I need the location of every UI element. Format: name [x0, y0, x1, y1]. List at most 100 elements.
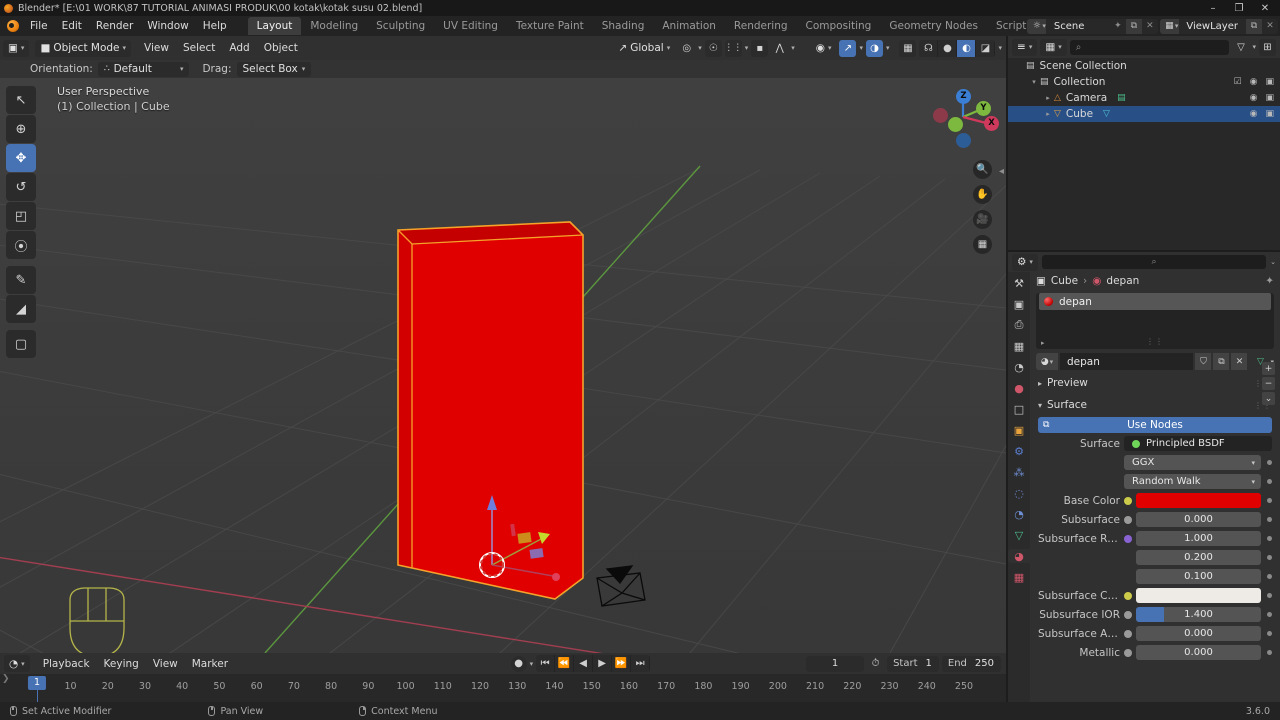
animate-property-dot[interactable] [1267, 498, 1272, 503]
value-field[interactable]: 0.000 [1136, 626, 1261, 641]
new-scene-button[interactable]: ⧉ [1125, 18, 1142, 34]
breadcrumb-object[interactable]: Cube [1051, 275, 1078, 287]
material-slot-button-0[interactable]: + [1262, 362, 1275, 375]
disclosure-triangle-icon[interactable]: ▸ [1042, 110, 1054, 118]
shading-rendered-button[interactable]: ◪ [976, 39, 996, 57]
transport-button-5[interactable]: ⏭ [631, 655, 651, 672]
property-socket-icon[interactable] [1124, 610, 1132, 619]
properties-tab-world[interactable]: ● [1011, 381, 1027, 395]
fake-user-button[interactable]: ⛉ [1195, 353, 1212, 370]
viewport-menu-add[interactable]: Add [222, 38, 256, 58]
properties-search-input[interactable]: ⌕ [1041, 255, 1267, 269]
viewport-menu-view[interactable]: View [137, 38, 176, 58]
property-socket-icon[interactable] [1124, 629, 1132, 638]
animate-property-dot[interactable] [1267, 460, 1272, 465]
outliner-row-camera[interactable]: ▸ △ Camera ▤ ◉ ▣ [1008, 90, 1280, 106]
breadcrumb-material[interactable]: depan [1106, 275, 1139, 287]
material-slot-item[interactable]: depan [1039, 293, 1271, 310]
material-slot-button-2[interactable]: ⌄ [1262, 392, 1275, 405]
overlays-toggle-icon[interactable]: ◑ [865, 39, 883, 57]
scene-datablock[interactable]: ☼ ▾ Scene ✦ ⧉ ✕ [1027, 18, 1158, 34]
material-name-field[interactable]: depan [1060, 353, 1194, 370]
hide-in-viewport-icon[interactable]: ◉ [1250, 77, 1258, 87]
menu-item-render[interactable]: Render [89, 16, 140, 36]
grid-icon[interactable]: ▦ [973, 235, 992, 254]
shading-wireframe-button[interactable]: ☊ [919, 39, 939, 57]
orientation-field[interactable]: ∴ Default ▾ [97, 61, 190, 77]
tool-tweak[interactable]: ↖ [6, 86, 36, 114]
properties-options-chevron[interactable]: ⌄ [1270, 258, 1276, 266]
viewlayer-datablock[interactable]: ▦ ▾ ViewLayer ⧉ ✕ [1159, 18, 1278, 34]
outliner-data-icon[interactable]: ▽ [1103, 109, 1110, 119]
viewport-3d[interactable]: User Perspective (1) Collection | Cube ↖… [0, 78, 1006, 653]
surface-panel-header[interactable]: ▾ Surface ⋮⋮ [1030, 396, 1280, 414]
properties-tab-particles[interactable]: ⁂ [1011, 465, 1027, 479]
menu-item-file[interactable]: File [23, 16, 55, 36]
tool-cursor[interactable]: ⊕ [6, 115, 36, 143]
distribution-dropdown[interactable]: GGX ▾ [1124, 455, 1261, 470]
animate-property-dot[interactable] [1267, 555, 1272, 560]
camera-icon[interactable]: 🎥 [973, 210, 992, 229]
minimize-button[interactable]: – [1200, 0, 1226, 16]
navigation-gizmo[interactable]: Z Y X [932, 84, 999, 150]
hide-in-viewport-icon[interactable]: ◉ [1250, 109, 1258, 119]
menu-item-window[interactable]: Window [140, 16, 195, 36]
maximize-button[interactable]: ❐ [1226, 0, 1252, 16]
value-field[interactable]: 1.000 [1136, 531, 1261, 546]
color-swatch[interactable] [1136, 588, 1261, 603]
properties-tab-view-layer[interactable]: ▦ [1011, 339, 1027, 353]
animate-property-dot[interactable] [1267, 631, 1272, 636]
transform-orientation-dropdown[interactable]: ↗ Global ▾ [613, 40, 675, 57]
pivot-point-icon[interactable]: ◎ [678, 40, 695, 57]
editor-type-button[interactable]: ▣ ▾ [3, 39, 30, 57]
transport-button-0[interactable]: ⏮ [536, 655, 556, 672]
workspace-tab-layout[interactable]: Layout [247, 17, 302, 35]
disable-in-renders-icon[interactable]: ▣ [1265, 77, 1274, 87]
timeline-expand-icon[interactable]: ❯ [2, 674, 10, 684]
gizmo-axis-neg-y[interactable] [948, 117, 963, 132]
zoom-icon[interactable]: 🔍 [973, 160, 992, 179]
timeline-menu-keying[interactable]: Keying [97, 654, 146, 674]
properties-tab-data[interactable]: ▽ [1011, 528, 1027, 542]
hand-icon[interactable]: ✋ [973, 185, 992, 204]
gizmo-axis-neg-z[interactable] [956, 133, 971, 148]
workspace-tab-texture-paint[interactable]: Texture Paint [507, 17, 593, 35]
tool-rotate[interactable]: ↺ [6, 173, 36, 201]
timeline-menu-marker[interactable]: Marker [185, 654, 235, 674]
use-nodes-button[interactable]: ⧉ Use Nodes [1038, 417, 1272, 433]
slot-list-grip[interactable]: ⋮⋮ [1146, 337, 1164, 346]
menu-item-help[interactable]: Help [196, 16, 234, 36]
properties-tab-collection[interactable]: □ [1011, 402, 1027, 416]
material-slot-button-1[interactable]: − [1262, 377, 1275, 390]
tool-move[interactable]: ✥ [6, 144, 36, 172]
gizmo-axis-neg-x[interactable] [933, 108, 948, 123]
value-field[interactable]: 0.000 [1136, 512, 1261, 527]
new-collection-icon[interactable]: ⊞ [1259, 38, 1276, 56]
end-frame-field[interactable]: End 250 [941, 655, 1001, 672]
viewport-menu-object[interactable]: Object [257, 38, 305, 58]
filter-icon[interactable]: ▽ [1232, 39, 1249, 56]
stopwatch-icon[interactable]: ⏱ [867, 655, 884, 672]
tool-transform[interactable]: ⦿ [6, 231, 36, 259]
animate-property-dot[interactable] [1267, 536, 1272, 541]
unlink-material-button[interactable]: ✕ [1231, 353, 1248, 370]
slot-list-expand-icon[interactable]: ▸ [1041, 339, 1045, 347]
value-field[interactable]: 0.100 [1136, 569, 1261, 584]
transport-button-3[interactable]: ▶ [593, 655, 613, 672]
proportional-edit-icon[interactable]: ▪ [751, 39, 769, 57]
property-socket-icon[interactable] [1124, 534, 1132, 543]
remove-scene-button[interactable]: ✕ [1142, 19, 1158, 34]
menu-item-edit[interactable]: Edit [55, 16, 89, 36]
property-socket-icon[interactable] [1124, 591, 1132, 600]
disclosure-triangle-icon[interactable]: ▾ [1028, 78, 1040, 86]
animate-property-dot[interactable] [1267, 593, 1272, 598]
value-field[interactable]: 0.200 [1136, 550, 1261, 565]
playhead[interactable]: 1 [27, 676, 47, 690]
properties-editor-type-button[interactable]: ⚙ ▾ [1012, 253, 1038, 271]
animate-property-dot[interactable] [1267, 479, 1272, 484]
property-socket-icon[interactable] [1124, 648, 1132, 657]
transport-button-2[interactable]: ◀ [574, 655, 594, 672]
gizmo-axis-x[interactable]: X [984, 116, 999, 131]
viewport-menu-select[interactable]: Select [176, 38, 222, 58]
visibility-dropdown[interactable]: ◉ ▾ [811, 40, 837, 57]
